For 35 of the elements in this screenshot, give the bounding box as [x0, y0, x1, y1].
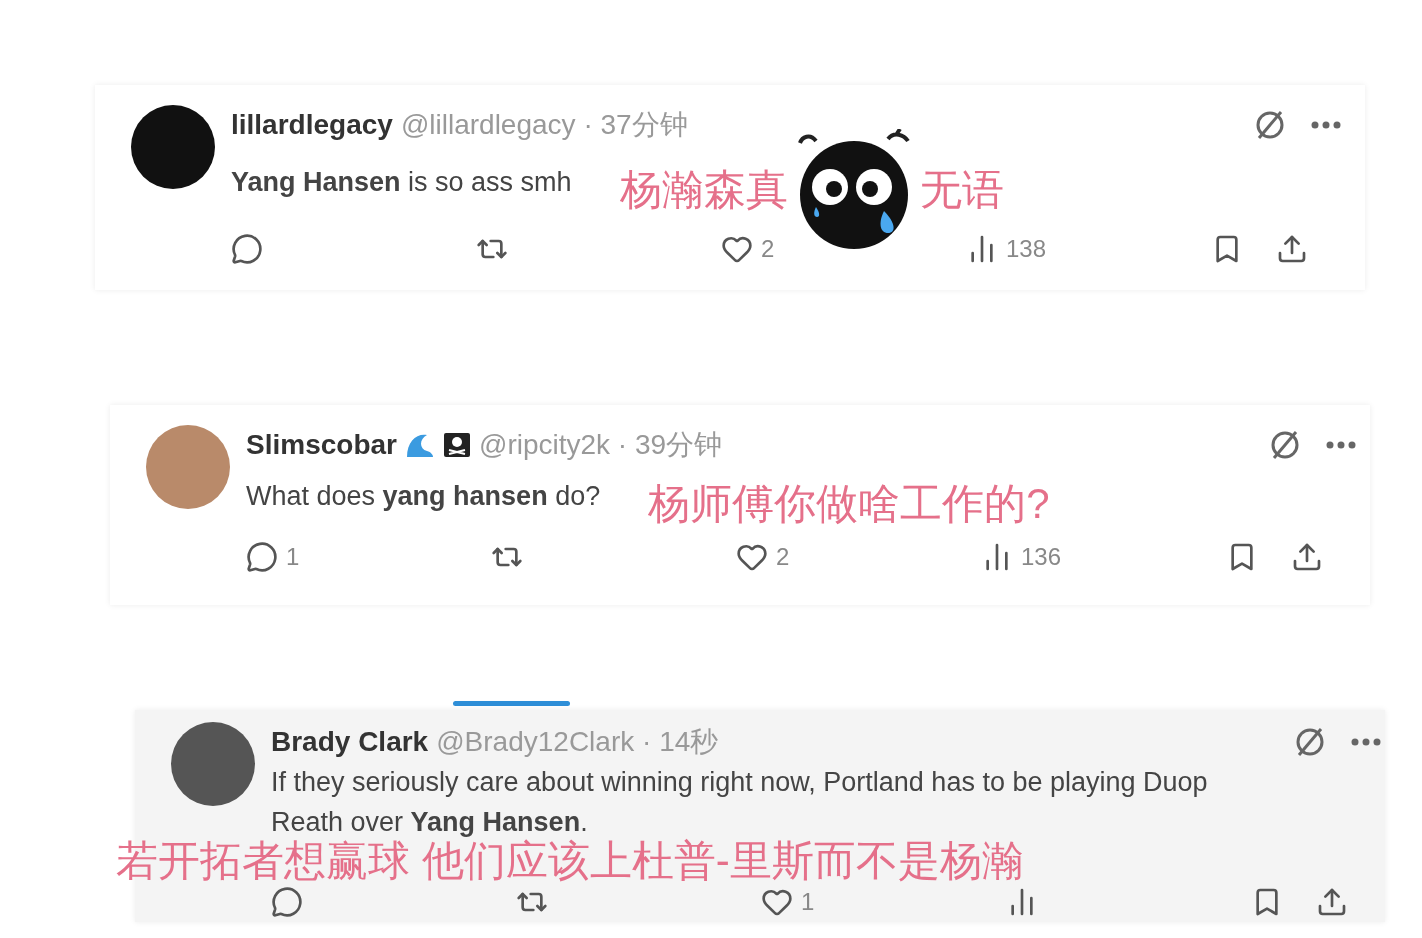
- annotation-text: 杨瀚森真: [619, 167, 788, 213]
- more-icon: [1326, 441, 1356, 449]
- handle-and-time: @Brady12Clark · 14秒: [436, 725, 719, 759]
- tweet-text: What does yang hansen do?: [246, 480, 601, 513]
- share-icon: [1276, 233, 1308, 265]
- share-icon: [1316, 886, 1348, 918]
- reply-button[interactable]: 1: [246, 539, 491, 575]
- count: 138: [1006, 234, 1047, 264]
- like-button[interactable]: 2: [721, 231, 966, 267]
- user-name: Slimscobar: [246, 428, 397, 462]
- like-button[interactable]: 1: [761, 884, 1006, 920]
- views-button[interactable]: 138: [966, 231, 1211, 267]
- reply-icon: [246, 541, 278, 573]
- count: 1: [801, 887, 815, 917]
- reply-icon: [271, 886, 303, 918]
- reply-icon: [231, 233, 263, 265]
- tweet-text: If they seriously care about winning right now, Portland has to be playing Duop Reath over Yang Hansen.: [271, 766, 1209, 839]
- annotation-text: 若开拓者想赢球 他们应该上杜普-里斯而不是杨瀚: [116, 838, 1024, 884]
- user-name: lillardlegacy: [231, 108, 393, 142]
- views-button[interactable]: 136: [981, 539, 1226, 575]
- more-icon: [1311, 121, 1341, 129]
- skull-flag-icon: [442, 432, 471, 458]
- annotation-text: 无语: [919, 167, 1004, 213]
- user-name: Brady Clark: [271, 725, 429, 759]
- handle-and-time: @ripcity2k · 39分钟: [478, 428, 723, 462]
- tweet-text: Yang Hansen is so ass smh: [231, 166, 572, 199]
- handle-and-time: @lillardlegacy · 37分钟: [400, 108, 688, 142]
- more-icon: [1351, 738, 1381, 746]
- annotation-text: 杨师傅你做啥工作的?: [648, 481, 1050, 527]
- count: 1: [286, 542, 300, 572]
- count: 2: [776, 542, 790, 572]
- count: 2: [761, 234, 775, 264]
- like-button[interactable]: 2: [736, 539, 981, 575]
- count: 136: [1021, 542, 1062, 572]
- share-icon: [1291, 541, 1323, 573]
